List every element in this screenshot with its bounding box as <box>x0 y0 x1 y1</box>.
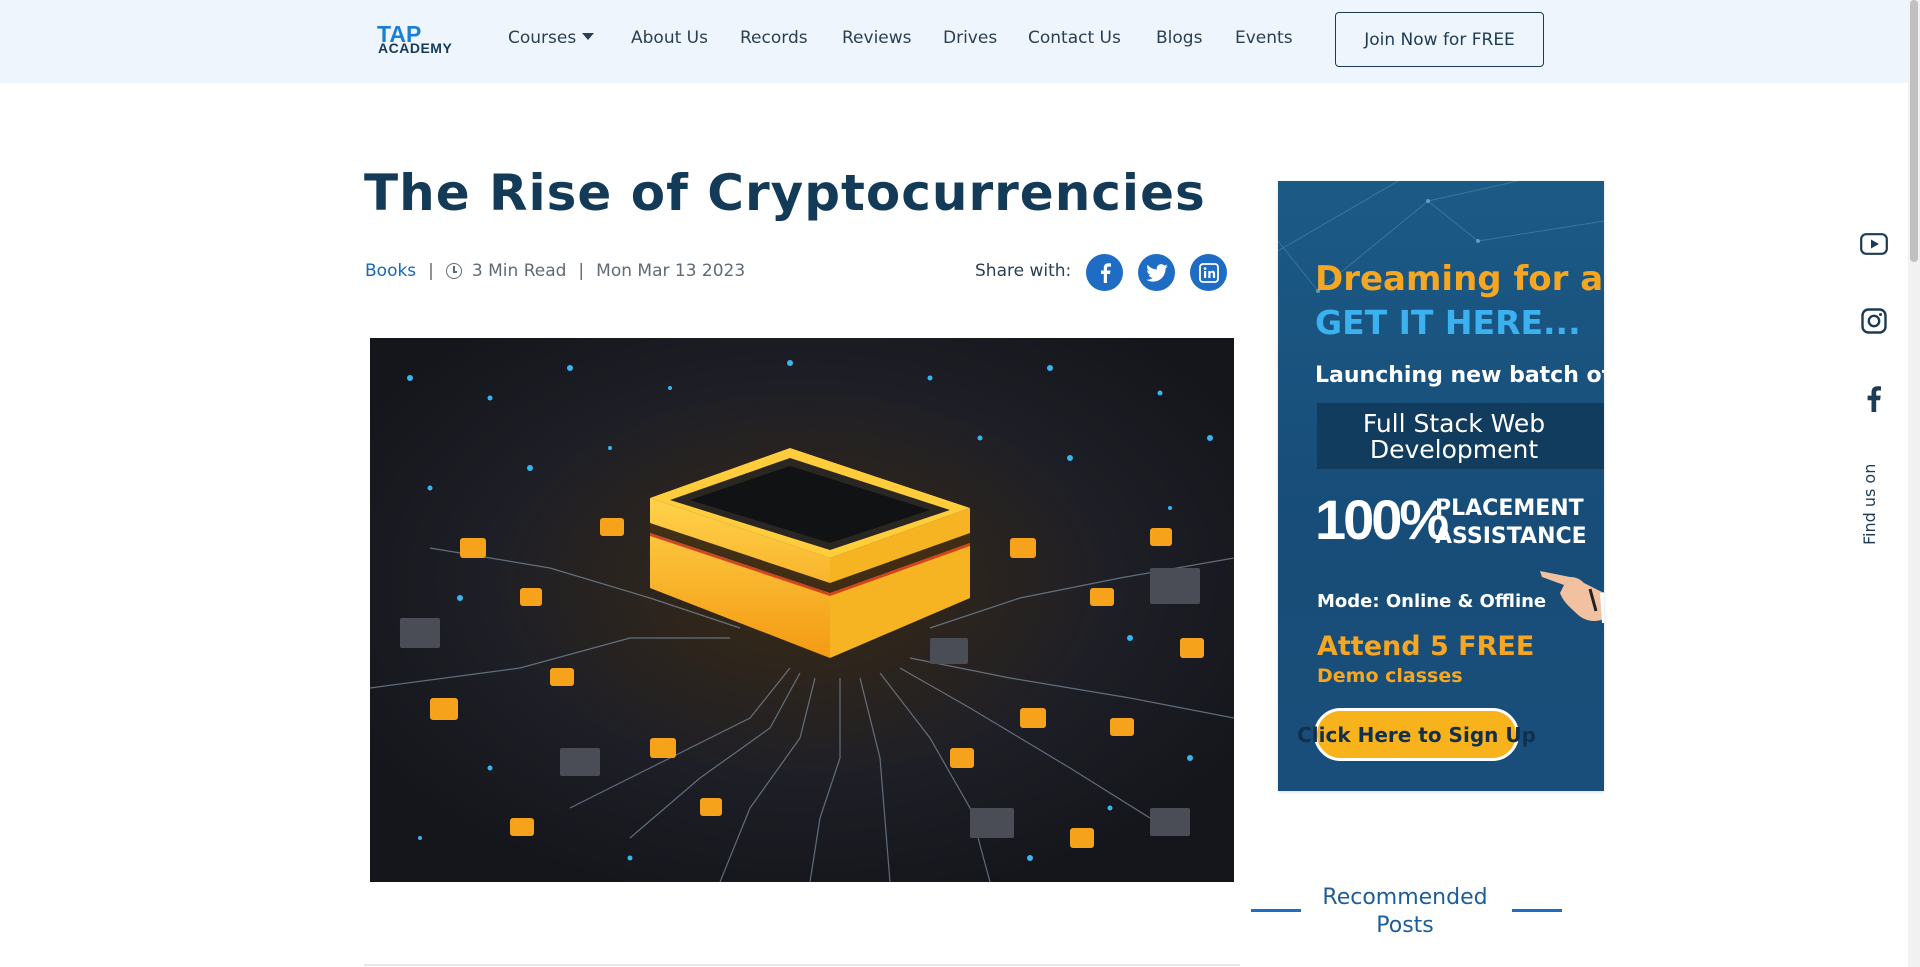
article-title: The Rise of Cryptocurrencies <box>364 164 1206 222</box>
article-category-link[interactable]: Books <box>365 261 416 281</box>
recommended-line-left <box>1251 909 1301 912</box>
article-hero-image <box>370 338 1234 882</box>
recommended-line1: Recommended <box>1322 885 1488 910</box>
read-time: 3 Min Read <box>471 261 567 281</box>
find-us-label: Find us on <box>1860 463 1879 545</box>
meta-separator: | <box>428 261 434 281</box>
nav-blogs[interactable]: Blogs <box>1156 28 1202 48</box>
recommended-line2: Posts <box>1376 913 1434 938</box>
nav-drives[interactable]: Drives <box>943 28 997 48</box>
nav-courses[interactable]: Courses <box>508 28 595 48</box>
ad-demo-text: Demo classes <box>1317 665 1463 687</box>
pointing-hand-icon <box>1540 571 1604 623</box>
facebook-icon[interactable] <box>1859 384 1889 414</box>
share-label: Share with: <box>975 261 1072 281</box>
ad-course-line1: Full Stack Web <box>1362 409 1546 438</box>
instagram-icon[interactable] <box>1859 306 1889 336</box>
ad-signup-button[interactable]: Click Here to Sign Up <box>1297 708 1536 761</box>
recommended-posts-heading: Recommended Posts <box>1305 884 1505 940</box>
ad-placement-line1: PLACEMENT <box>1435 496 1584 521</box>
ad-headline: Dreaming for a J <box>1315 259 1604 299</box>
content-divider <box>364 964 1240 966</box>
facebook-icon[interactable] <box>1086 254 1123 291</box>
nav-about-us[interactable]: About Us <box>631 28 708 48</box>
ad-course-line2: Development <box>1369 435 1539 464</box>
recommended-line-right <box>1512 909 1562 912</box>
logo-text-bottom: ACADEMY <box>378 40 453 56</box>
nav-contact-us[interactable]: Contact Us <box>1028 28 1121 48</box>
course-ad-banner[interactable]: Dreaming for a J GET IT HERE... Launchin… <box>1278 181 1604 791</box>
ad-placement-line2: ASSISTANCE <box>1435 524 1587 549</box>
ad-placement: PLACEMENT ASSISTANCE <box>1435 495 1587 551</box>
nav-records[interactable]: Records <box>740 28 808 48</box>
clock-icon <box>445 263 462 279</box>
article-date: Mon Mar 13 2023 <box>596 261 746 281</box>
nav-events[interactable]: Events <box>1235 28 1293 48</box>
join-now-button[interactable]: Join Now for FREE <box>1335 12 1544 67</box>
page-scrollbar-thumb[interactable] <box>1910 0 1918 262</box>
nav-reviews[interactable]: Reviews <box>842 28 912 48</box>
caret-down-icon <box>582 33 595 40</box>
nav-courses-label: Courses <box>508 28 577 48</box>
youtube-icon[interactable] <box>1859 229 1889 259</box>
meta-separator: | <box>578 261 585 281</box>
ad-subheadline: GET IT HERE... <box>1315 303 1581 342</box>
ad-attend-text: Attend 5 FREE <box>1317 631 1535 662</box>
article-meta: Books | 3 Min Read | Mon Mar 13 2023 <box>365 261 745 281</box>
ad-batch-text: Launching new batch of <box>1315 363 1604 388</box>
ad-mode-text: Mode: Online & Offline <box>1317 591 1547 612</box>
ad-percent: 100% <box>1315 488 1449 551</box>
linkedin-icon[interactable] <box>1190 254 1227 291</box>
tap-academy-logo[interactable]: TAP ACADEMY <box>377 21 459 57</box>
twitter-icon[interactable] <box>1138 254 1175 291</box>
site-header: TAP ACADEMY Courses About Us Records Rev… <box>0 0 1908 83</box>
ad-course-name: Full Stack Web Development <box>1317 403 1604 469</box>
